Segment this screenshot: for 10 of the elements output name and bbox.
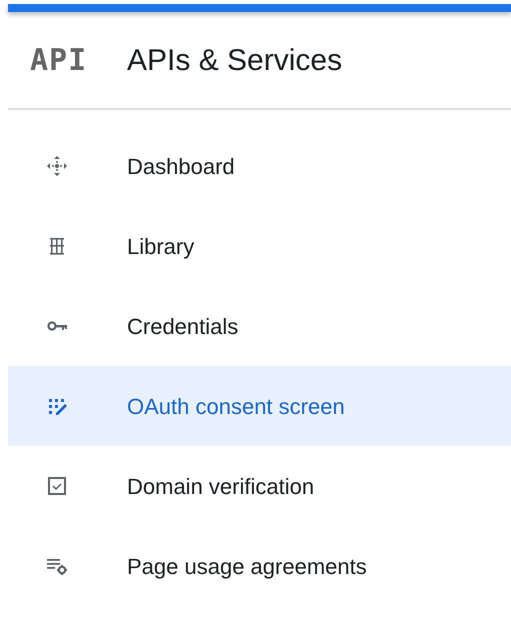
move-arrows-icon xyxy=(46,155,68,177)
nav-item[interactable]: Domain verification xyxy=(8,446,511,526)
nav-item[interactable]: Dashboard xyxy=(8,126,511,206)
nav-item[interactable]: Library xyxy=(8,206,511,286)
checkbox-icon xyxy=(46,475,68,497)
section-title: APIs & Services xyxy=(127,42,342,78)
nav-item[interactable]: Credentials xyxy=(8,286,511,366)
nav-item[interactable]: OAuth consent screen xyxy=(8,366,511,446)
api-logo: API xyxy=(30,42,88,80)
nav-item[interactable]: Page usage agreements xyxy=(8,526,511,606)
